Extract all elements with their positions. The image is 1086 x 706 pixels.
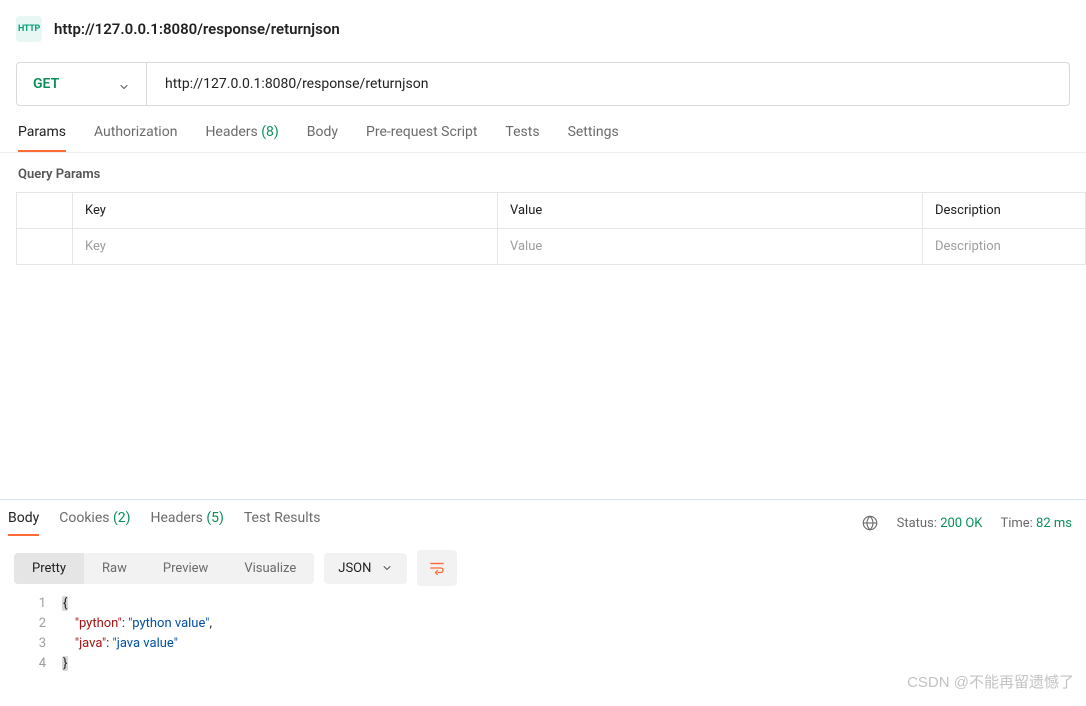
watermark-text: CSDN @不能再留遗憾了 (907, 671, 1074, 692)
value-input[interactable] (510, 239, 910, 254)
col-key-header: Key (73, 193, 498, 229)
view-preview[interactable]: Preview (145, 553, 226, 584)
query-params-heading: Query Params (0, 153, 1086, 192)
response-header: Body Cookies (2) Headers (5) Test Result… (0, 504, 1086, 536)
view-visualize[interactable]: Visualize (226, 553, 314, 584)
method-dropdown[interactable]: GET (17, 63, 147, 105)
response-status-area: Status: 200 OK Time: 82 ms (861, 514, 1072, 532)
globe-icon[interactable] (861, 514, 879, 532)
brace: } (62, 656, 68, 671)
request-title-url: http://127.0.0.1:8080/response/returnjso… (54, 20, 340, 38)
json-key: "java" (75, 636, 106, 651)
line-number: 4 (14, 654, 62, 674)
status-label: Status: (897, 516, 937, 531)
tab-body[interactable]: Body (307, 124, 338, 152)
col-value-header: Value (498, 193, 923, 229)
json-key: "python" (75, 616, 122, 631)
tab-tests[interactable]: Tests (505, 124, 539, 152)
view-pretty[interactable]: Pretty (14, 553, 84, 584)
table-row (17, 229, 1086, 265)
json-value: "java value" (113, 636, 178, 651)
desc-input[interactable] (935, 239, 1073, 254)
key-input[interactable] (85, 239, 485, 254)
resp-tab-cookies-count: (2) (113, 510, 131, 526)
resp-tab-headers-count: (5) (206, 510, 224, 526)
line-number: 3 (14, 634, 62, 654)
status-chunk: Status: 200 OK (897, 516, 983, 531)
view-mode-group: Pretty Raw Preview Visualize (14, 553, 314, 584)
time-label: Time: (1000, 516, 1032, 531)
line-number: 1 (14, 594, 62, 614)
json-value: "python value" (128, 616, 209, 631)
response-tabs: Body Cookies (2) Headers (5) Test Result… (8, 510, 320, 536)
time-value: 82 ms (1036, 516, 1072, 531)
resp-tab-cookies-label: Cookies (59, 510, 109, 526)
request-bar: GET (16, 62, 1070, 106)
tab-headers-count: (8) (261, 124, 279, 140)
response-body-code[interactable]: 1 { 2 "python": "python value", 3 "java"… (14, 594, 1072, 674)
tab-headers-label: Headers (205, 124, 257, 140)
brace: { (62, 596, 68, 611)
col-desc-header: Description (923, 193, 1086, 229)
table-header-row: Key Value Description (17, 193, 1086, 229)
wrap-lines-button[interactable] (417, 550, 457, 586)
resp-tab-testresults[interactable]: Test Results (244, 510, 321, 534)
response-toolbar: Pretty Raw Preview Visualize JSON (14, 550, 457, 586)
resp-tab-headers-label: Headers (151, 510, 203, 526)
tab-authorization[interactable]: Authorization (94, 124, 177, 152)
resp-tab-body[interactable]: Body (8, 510, 39, 536)
code-line: 1 { (14, 594, 1072, 614)
format-dropdown[interactable]: JSON (324, 553, 407, 584)
response-divider[interactable] (0, 499, 1086, 500)
chevron-down-icon (381, 562, 393, 574)
request-tabs: Params Authorization Headers (8) Body Pr… (0, 106, 1086, 153)
query-params-table: Key Value Description (16, 192, 1086, 265)
tab-prerequest[interactable]: Pre-request Script (366, 124, 477, 152)
resp-tab-headers[interactable]: Headers (5) (151, 510, 224, 534)
http-icon: HTTP (16, 16, 42, 42)
row-checkbox-cell[interactable] (17, 229, 73, 265)
code-line: 2 "python": "python value", (14, 614, 1072, 634)
time-chunk: Time: 82 ms (1000, 516, 1072, 531)
line-number: 2 (14, 614, 62, 634)
format-label: JSON (338, 561, 371, 576)
tab-params[interactable]: Params (18, 124, 66, 152)
tab-settings[interactable]: Settings (568, 124, 619, 152)
url-input[interactable] (147, 63, 1069, 105)
method-label: GET (33, 76, 59, 92)
chevron-down-icon (118, 78, 130, 90)
tab-headers[interactable]: Headers (8) (205, 124, 278, 152)
request-title-row: HTTP http://127.0.0.1:8080/response/retu… (0, 0, 1086, 50)
view-raw[interactable]: Raw (84, 553, 145, 584)
http-icon-text: HTTP (18, 24, 40, 34)
status-value: 200 OK (940, 516, 982, 531)
resp-tab-cookies[interactable]: Cookies (2) (59, 510, 130, 534)
code-line: 3 "java": "java value" (14, 634, 1072, 654)
col-checkbox-header (17, 193, 73, 229)
